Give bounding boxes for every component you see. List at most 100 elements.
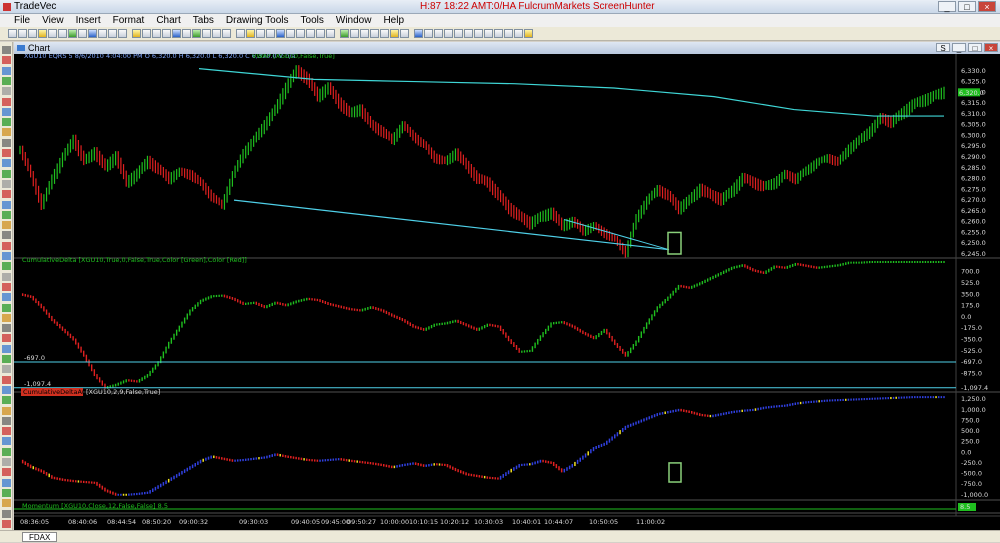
toolbar-tool-icon[interactable] [434, 29, 443, 38]
maximize-button[interactable]: □ [958, 1, 976, 12]
menu-format[interactable]: Format [107, 14, 151, 27]
drawing-tool-icon[interactable] [2, 282, 11, 291]
drawing-tool-icon[interactable] [2, 416, 11, 425]
toolbar-tool-icon[interactable] [172, 29, 181, 38]
toolbar-tool-icon[interactable] [98, 29, 107, 38]
toolbar-tool-icon[interactable] [326, 29, 335, 38]
toolbar-tool-icon[interactable] [256, 29, 265, 38]
drawing-tool-icon[interactable] [2, 478, 11, 487]
drawing-tool-icon[interactable] [2, 385, 11, 394]
toolbar-tool-icon[interactable] [474, 29, 483, 38]
toolbar-tool-icon[interactable] [276, 29, 285, 38]
drawing-tool-icon[interactable] [2, 488, 11, 497]
menu-tools[interactable]: Tools [295, 14, 330, 27]
toolbar-tool-icon[interactable] [142, 29, 151, 38]
toolbar-tool-icon[interactable] [68, 29, 77, 38]
drawing-tool-icon[interactable] [2, 159, 11, 168]
toolbar-tool-icon[interactable] [28, 29, 37, 38]
toolbar-tool-icon[interactable] [266, 29, 275, 38]
toolbar-tool-icon[interactable] [78, 29, 87, 38]
toolbar-tool-icon[interactable] [424, 29, 433, 38]
toolbar-tool-icon[interactable] [524, 29, 533, 38]
trendline-short[interactable] [563, 219, 670, 251]
toolbar-tool-icon[interactable] [484, 29, 493, 38]
toolbar-tool-icon[interactable] [390, 29, 399, 38]
toolbar-tool-icon[interactable] [18, 29, 27, 38]
toolbar-tool-icon[interactable] [246, 29, 255, 38]
drawing-tool-icon[interactable] [2, 128, 11, 137]
menu-chart[interactable]: Chart [150, 14, 186, 27]
toolbar-tool-icon[interactable] [370, 29, 379, 38]
tab-fdax[interactable]: FDAX [22, 532, 58, 542]
toolbar-tool-icon[interactable] [222, 29, 231, 38]
trendline-lower[interactable] [233, 199, 670, 251]
drawing-tool-icon[interactable] [2, 334, 11, 343]
drawing-tool-icon[interactable] [2, 138, 11, 147]
toolbar-tool-icon[interactable] [464, 29, 473, 38]
menu-window[interactable]: Window [330, 14, 378, 27]
toolbar-tool-icon[interactable] [192, 29, 201, 38]
menu-view[interactable]: View [36, 14, 70, 27]
toolbar-tool-icon[interactable] [306, 29, 315, 38]
drawing-tool-icon[interactable] [2, 262, 11, 271]
drawing-tool-icon[interactable] [2, 66, 11, 75]
menu-drawing-tools[interactable]: Drawing Tools [220, 14, 295, 27]
drawing-tool-icon[interactable] [2, 118, 11, 127]
drawing-tool-icon[interactable] [2, 241, 11, 250]
toolbar-tool-icon[interactable] [444, 29, 453, 38]
drawing-tool-icon[interactable] [2, 303, 11, 312]
toolbar-tool-icon[interactable] [286, 29, 295, 38]
toolbar-tool-icon[interactable] [8, 29, 17, 38]
chart-window[interactable]: Chart S _ □ × 6,330.0 6,325.0 6,320.0 6,315… [14, 42, 1000, 530]
drawing-tool-icon[interactable] [2, 313, 11, 322]
toolbar-tool-icon[interactable] [38, 29, 47, 38]
drawing-tool-icon[interactable] [2, 458, 11, 466]
drawing-tool-icon[interactable] [2, 355, 11, 363]
toolbar-tool-icon[interactable] [236, 29, 245, 38]
toolbar-tool-icon[interactable] [296, 29, 305, 38]
drawing-tool-icon[interactable] [2, 76, 11, 85]
drawing-tool-icon[interactable] [2, 46, 11, 54]
drawing-tool-icon[interactable] [2, 375, 11, 384]
drawing-tool-icon[interactable] [2, 87, 11, 96]
menu-tabs[interactable]: Tabs [187, 14, 220, 27]
toolbar-tool-icon[interactable] [212, 29, 221, 38]
drawing-tool-icon[interactable] [2, 272, 11, 281]
toolbar-tool-icon[interactable] [514, 29, 523, 38]
chart-close-button[interactable]: × [984, 43, 998, 53]
toolbar-tool-icon[interactable] [414, 29, 423, 38]
toolbar-tool-icon[interactable] [380, 29, 389, 38]
chart-maximize-button[interactable]: □ [968, 43, 982, 53]
toolbar-tool-icon[interactable] [202, 29, 211, 38]
toolbar-tool-icon[interactable] [494, 29, 503, 38]
drawing-tool-icon[interactable] [2, 468, 11, 477]
chart-plot-area[interactable]: 6,330.0 6,325.0 6,320.0 6,315.0 6,310.0 6,305… [14, 54, 1000, 530]
toolbar-tool-icon[interactable] [504, 29, 513, 38]
toolbar-tool-icon[interactable] [162, 29, 171, 38]
toolbar-tool-icon[interactable] [340, 29, 349, 38]
drawing-tool-icon[interactable] [2, 190, 11, 199]
drawing-tool-icon[interactable] [2, 221, 11, 230]
menu-help[interactable]: Help [377, 14, 410, 27]
toolbar-tool-icon[interactable] [58, 29, 67, 38]
toolbar-tool-icon[interactable] [360, 29, 369, 38]
close-button[interactable]: × [978, 1, 996, 12]
drawing-tool-icon[interactable] [2, 324, 11, 333]
drawing-tool-icon[interactable] [2, 519, 11, 528]
toolbar-tool-icon[interactable] [108, 29, 117, 38]
toolbar-tool-icon[interactable] [118, 29, 127, 38]
toolbar-tool-icon[interactable] [350, 29, 359, 38]
drawing-tool-icon[interactable] [2, 396, 11, 405]
toolbar-tool-icon[interactable] [48, 29, 57, 38]
toolbar-tool-icon[interactable] [132, 29, 141, 38]
toolbar-tool-icon[interactable] [400, 29, 409, 38]
drawing-tool-icon[interactable] [2, 97, 11, 106]
drawing-tool-icon[interactable] [2, 344, 11, 353]
drawing-tool-icon[interactable] [2, 107, 11, 116]
toolbar-tool-icon[interactable] [182, 29, 191, 38]
drawing-tool-icon[interactable] [2, 499, 11, 508]
drawing-tool-icon[interactable] [2, 509, 11, 518]
menu-file[interactable]: File [8, 14, 36, 27]
toolbar-tool-icon[interactable] [88, 29, 97, 38]
drawing-tool-icon[interactable] [2, 252, 11, 260]
